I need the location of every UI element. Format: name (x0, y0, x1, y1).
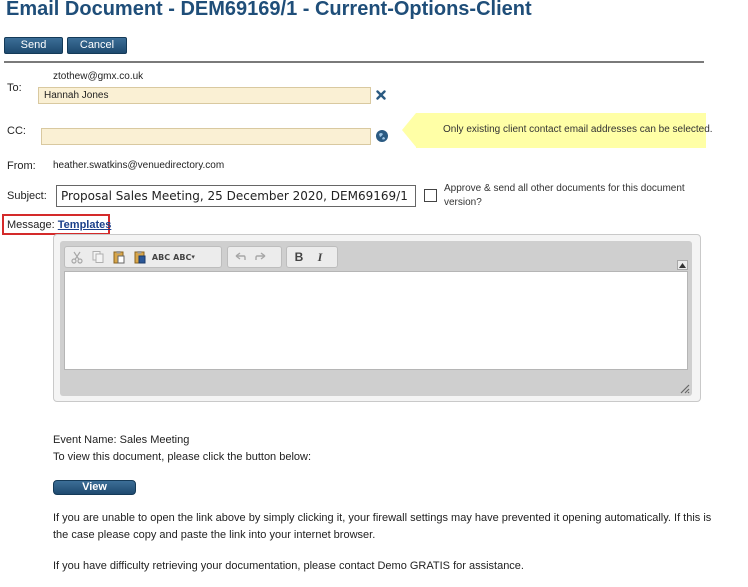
clear-icon[interactable] (373, 87, 389, 103)
spellcheck-dropdown-icon[interactable]: ABC ▾ (173, 248, 195, 266)
cancel-button[interactable]: Cancel (67, 37, 127, 54)
contact-note: If you have difficulty retrieving your d… (53, 560, 524, 572)
undo-icon[interactable] (231, 248, 249, 266)
cut-icon[interactable] (68, 248, 86, 266)
instruction-text: To view this document, please click the … (53, 451, 312, 463)
clipboard-toolbar-group: ABC ABC ▾ (64, 246, 222, 268)
globe-icon[interactable] (374, 128, 390, 144)
paste-icon[interactable] (110, 248, 128, 266)
to-address: ztothew@gmx.co.uk (53, 71, 144, 82)
to-label: To: (7, 82, 22, 94)
history-toolbar-group (227, 246, 282, 268)
cc-hint-tooltip: Only existing client contact email addre… (402, 113, 713, 148)
cc-label: CC: (7, 125, 26, 137)
page-title: Email Document - DEM69169/1 - Current-Op… (6, 0, 532, 20)
format-toolbar-group: B I (286, 246, 338, 268)
subject-input[interactable]: Proposal Sales Meeting, 25 December 2020… (56, 185, 416, 207)
event-name-text: Event Name: Sales Meeting (53, 434, 190, 446)
firewall-note: If you are unable to open the link above… (53, 512, 712, 541)
message-editor: ABC ABC ▾ B I (53, 234, 701, 402)
spellcheck-dropdown-text: ABC (173, 252, 192, 262)
subject-label: Subject: (7, 190, 47, 202)
message-body-input[interactable] (64, 271, 688, 370)
tooltip-arrow (402, 113, 416, 147)
spellcheck-text: ABC (151, 252, 171, 262)
editor-frame: ABC ABC ▾ B I (60, 241, 692, 396)
message-label: Message: Templates (7, 219, 111, 231)
message-label-text: Message: (7, 219, 55, 231)
approve-label: Approve & send all other documents for t… (444, 183, 685, 208)
cc-hint-text: Only existing client contact email addre… (443, 124, 713, 135)
spellcheck-icon[interactable]: ABC (152, 248, 170, 266)
divider (4, 61, 704, 63)
view-document-button[interactable]: View Document (53, 480, 136, 506)
cc-field[interactable] (41, 128, 371, 145)
resize-handle-icon[interactable] (678, 382, 690, 394)
templates-link[interactable]: Templates (58, 219, 112, 231)
collapse-toolbar-icon[interactable] (677, 260, 688, 270)
redo-icon[interactable] (252, 248, 270, 266)
paste-word-icon[interactable] (131, 248, 149, 266)
bold-icon[interactable]: B (290, 248, 308, 266)
italic-icon[interactable]: I (311, 248, 329, 266)
approve-checkbox[interactable] (424, 189, 437, 202)
to-field[interactable]: Hannah Jones (38, 87, 371, 104)
send-button[interactable]: Send (4, 37, 63, 54)
from-label: From: (7, 160, 36, 172)
copy-icon[interactable] (89, 248, 107, 266)
from-value: heather.swatkins@venuedirectory.com (53, 160, 225, 171)
